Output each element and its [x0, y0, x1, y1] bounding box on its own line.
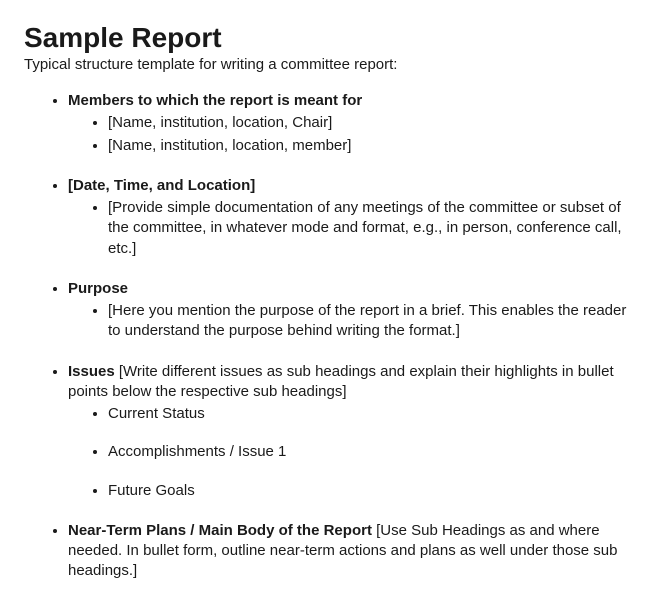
outline-subitem: [Name, institution, location, Chair] — [108, 113, 642, 133]
outline-item-heading: Near-Term Plans / Main Body of the Repor… — [68, 522, 372, 539]
outline-subitem: Current Status — [108, 404, 642, 424]
outline-item-heading: Issues — [68, 363, 115, 380]
outline-sublist: [Here you mention the purpose of the rep… — [68, 301, 642, 342]
outline-subitem: [Provide simple documentation of any mee… — [108, 198, 642, 259]
outline-sublist: Current Status Accomplishments / Issue 1 F… — [68, 404, 642, 501]
report-outline: Members to which the report is meant for… — [24, 91, 642, 582]
outline-sublist: [Name, institution, location, Chair] [Nam… — [68, 113, 642, 156]
outline-item-heading: Members to which the report is meant for — [68, 92, 362, 109]
outline-item: Near-Term Plans / Main Body of the Repor… — [68, 521, 642, 582]
report-intro: Typical structure template for writing a… — [24, 56, 642, 73]
outline-item: Purpose [Here you mention the purpose of … — [68, 279, 642, 342]
outline-item-heading: [Date, Time, and Location] — [68, 177, 255, 194]
outline-sublist: [Provide simple documentation of any mee… — [68, 198, 642, 259]
outline-subitem: Future Goals — [108, 481, 642, 501]
outline-item: Members to which the report is meant for… — [68, 91, 642, 156]
outline-item: [Date, Time, and Location] [Provide simpl… — [68, 176, 642, 259]
outline-subitem: [Here you mention the purpose of the rep… — [108, 301, 642, 342]
outline-item-heading: Purpose — [68, 280, 128, 297]
report-title: Sample Report — [24, 22, 642, 54]
outline-subitem: Accomplishments / Issue 1 — [108, 442, 642, 462]
outline-item: Issues [Write different issues as sub he… — [68, 362, 642, 501]
outline-item-trail: [Write different issues as sub headings … — [68, 363, 614, 400]
outline-subitem: [Name, institution, location, member] — [108, 136, 642, 156]
